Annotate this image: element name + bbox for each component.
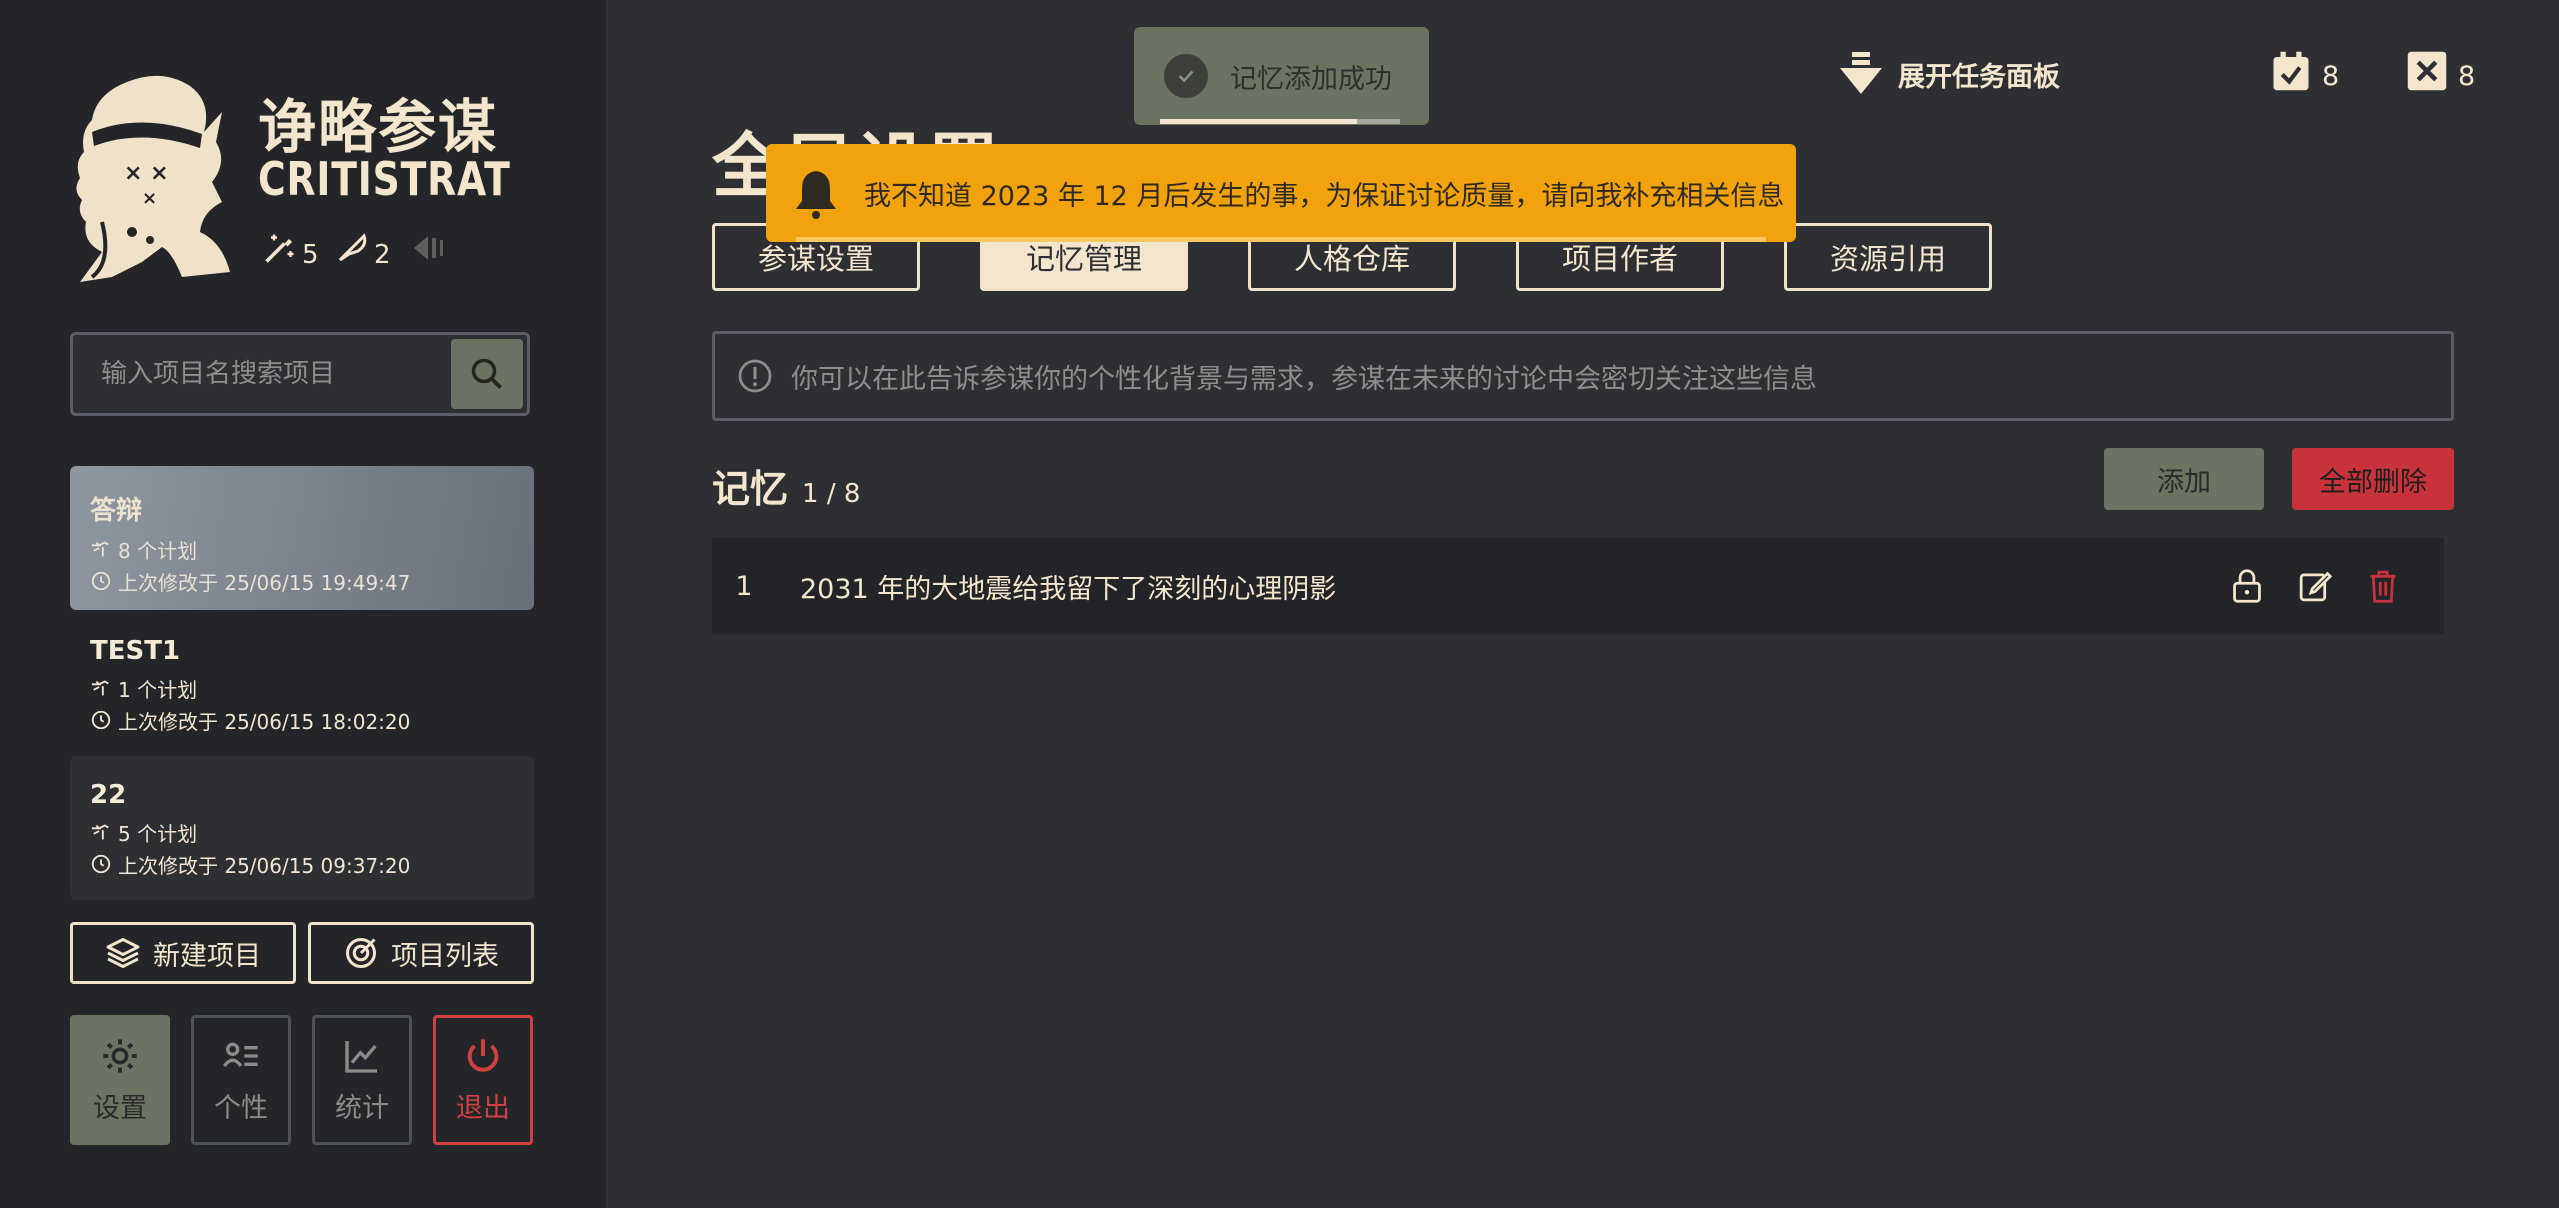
project-plans-text: 8 个计划 — [118, 538, 198, 563]
project-search — [70, 332, 530, 416]
user-list-icon — [222, 1042, 258, 1067]
brand-title-en: CRITISTRAT — [258, 152, 511, 206]
project-modified: 上次修改于 25/06/15 09:37:20 — [90, 848, 534, 880]
expand-task-label: 展开任务面板 — [1898, 61, 2060, 93]
expand-task-panel-button[interactable]: 展开任务面板 — [1838, 50, 2060, 98]
project-modified-text: 上次修改于 25/06/15 19:49:47 — [118, 570, 411, 595]
close-box-icon — [2407, 51, 2447, 91]
closed-count: 8 — [2458, 61, 2476, 92]
warning-text: 我不知道 2023 年 12 月后发生的事，为保证讨论质量，请向我补充相关信息 — [864, 180, 1785, 212]
layers-icon — [106, 938, 140, 968]
svg-text:×: × — [142, 188, 157, 209]
project-list-button[interactable]: 项目列表 — [308, 922, 534, 984]
project-name: 答辩 — [90, 496, 143, 526]
nav-stats[interactable]: 统计 — [312, 1015, 412, 1145]
project-plans-text: 1 个计划 — [118, 677, 198, 702]
trash-icon[interactable] — [2366, 568, 2400, 604]
lock-icon[interactable] — [2230, 568, 2264, 604]
toast-text: 记忆添加成功 — [1230, 63, 1392, 95]
collapse-sidebar-icon[interactable] — [410, 230, 448, 266]
pen-count: 2 — [374, 240, 391, 270]
project-name: TEST1 — [90, 636, 181, 666]
plan-icon — [91, 680, 109, 696]
completed-count: 8 — [2322, 61, 2340, 92]
clock-icon — [91, 571, 111, 591]
tab-resource-citation[interactable]: 资源引用 — [1784, 223, 1992, 291]
info-text: 你可以在此告诉参谋你的个性化背景与需求，参谋在未来的讨论中会密切关注这些信息 — [791, 363, 1817, 395]
nav-settings[interactable]: 设置 — [70, 1015, 170, 1145]
plan-icon — [91, 541, 109, 557]
project-modified-text: 上次修改于 25/06/15 09:37:20 — [118, 853, 411, 878]
check-icon — [1164, 54, 1208, 98]
project-plans: 5 个计划 — [90, 816, 534, 848]
memory-row: 1 2031 年的大地震给我留下了深刻的心理阴影 — [712, 538, 2444, 634]
project-card[interactable]: 答辩 8 个计划 上次修改于 25/06/15 19:49:47 — [70, 466, 534, 610]
toast-progress-fill — [1160, 119, 1357, 124]
success-toast: 记忆添加成功 — [1134, 27, 1429, 125]
knowledge-cutoff-warning: 我不知道 2023 年 12 月后发生的事，为保证讨论质量，请向我补充相关信息 — [766, 144, 1796, 242]
project-modified-text: 上次修改于 25/06/15 18:02:20 — [118, 709, 411, 734]
calendar-check-icon — [2273, 51, 2309, 91]
memory-text: 2031 年的大地震给我留下了深刻的心理阴影 — [800, 573, 1337, 605]
project-plans-text: 5 个计划 — [118, 821, 198, 846]
memory-info-box: 你可以在此告诉参谋你的个性化背景与需求，参谋在未来的讨论中会密切关注这些信息 — [712, 331, 2454, 421]
project-modified: 上次修改于 25/06/15 18:02:20 — [90, 704, 534, 736]
closed-tasks-counter[interactable]: 8 — [2406, 50, 2475, 92]
feather-pen-icon — [338, 233, 367, 262]
memory-count: 1 / 8 — [802, 479, 861, 509]
power-icon — [467, 1038, 499, 1072]
nav-persona-label: 个性 — [214, 1092, 268, 1124]
project-plans: 1 个计划 — [90, 672, 534, 704]
svg-text:× ×: × × — [124, 161, 169, 186]
memory-header: 记忆 1 / 8 — [712, 458, 860, 513]
new-project-button[interactable]: 新建项目 — [70, 922, 296, 984]
sidebar: × × × 诤略参谋 CRITISTRAT 5 2 答辩 8 个计划 上次修改于… — [0, 0, 606, 1208]
bell-icon — [796, 171, 836, 219]
add-memory-button[interactable]: 添加 — [2104, 448, 2264, 510]
memory-actions — [2230, 568, 2400, 604]
nav-persona[interactable]: 个性 — [191, 1015, 291, 1145]
magic-wand-icon — [265, 234, 294, 263]
toast-progress — [1160, 119, 1400, 124]
plan-icon — [91, 824, 109, 840]
clock-icon — [91, 710, 111, 730]
nav-stats-label: 统计 — [335, 1092, 389, 1124]
search-button[interactable] — [451, 339, 523, 409]
warning-progress — [796, 237, 1766, 242]
line-chart-icon — [345, 1040, 377, 1073]
logo-warrior-icon: × × × — [76, 75, 230, 282]
arrow-down-icon — [1840, 52, 1882, 94]
wand-count: 5 — [302, 240, 319, 270]
nav-exit-label: 退出 — [456, 1092, 510, 1124]
project-plans: 8 个计划 — [90, 533, 534, 565]
target-icon — [346, 938, 376, 968]
edit-icon[interactable] — [2298, 568, 2332, 604]
search-icon — [471, 358, 502, 389]
clock-icon — [91, 854, 111, 874]
memory-title: 记忆 — [712, 467, 789, 511]
nav-settings-label: 设置 — [93, 1092, 147, 1124]
completed-tasks-counter[interactable]: 8 — [2270, 50, 2339, 92]
memory-index: 1 — [735, 570, 753, 602]
pen-stat: 2 — [334, 230, 391, 270]
project-list-label: 项目列表 — [391, 940, 499, 972]
project-card[interactable]: TEST1 1 个计划 上次修改于 25/06/15 18:02:20 — [70, 612, 534, 756]
info-icon — [738, 359, 772, 393]
nav-exit[interactable]: 退出 — [433, 1015, 533, 1145]
new-project-label: 新建项目 — [153, 940, 261, 972]
project-modified: 上次修改于 25/06/15 19:49:47 — [90, 565, 534, 597]
gear-icon — [103, 1038, 137, 1073]
delete-all-button[interactable]: 全部删除 — [2292, 448, 2454, 510]
project-card[interactable]: 22 5 个计划 上次修改于 25/06/15 09:37:20 — [70, 756, 534, 900]
wand-stat: 5 — [262, 230, 319, 270]
project-name: 22 — [90, 780, 127, 810]
project-search-input[interactable] — [73, 335, 453, 413]
